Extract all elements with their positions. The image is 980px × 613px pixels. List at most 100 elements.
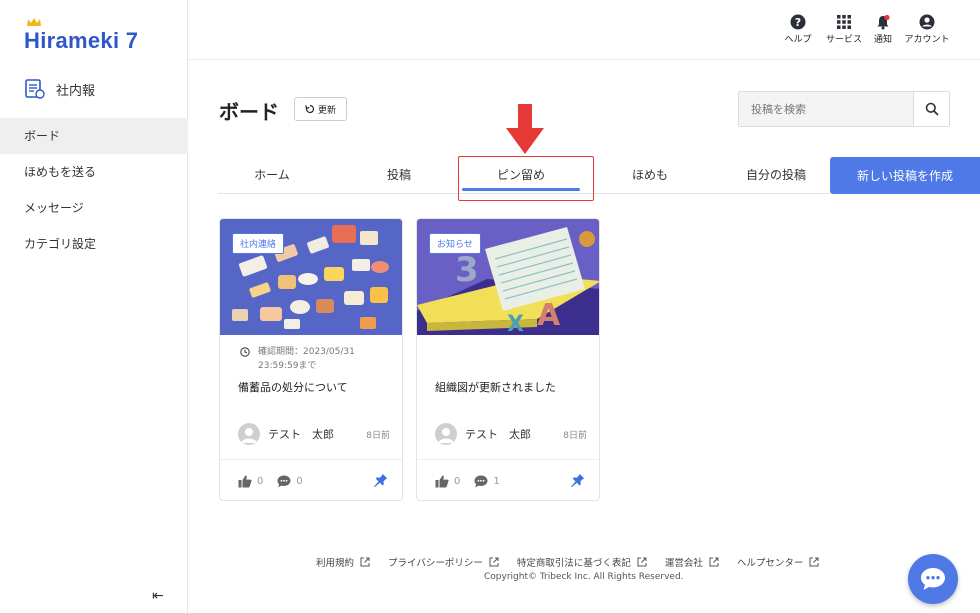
comment-count: 1	[493, 475, 500, 487]
newsletter-icon	[25, 79, 45, 99]
footer-link-terms[interactable]: 利用規約	[316, 555, 370, 569]
active-tab-indicator	[462, 188, 580, 191]
sidebar-item-label: メッセージ	[24, 201, 84, 215]
post-card[interactable]: 社内連絡 確認期間：2023/05/31 23:59:59まで 備蓄品の処分につ…	[219, 218, 403, 501]
footer-link-commerce-law[interactable]: 特定商取引法に基づく表記	[517, 555, 647, 569]
sidebar-item-category-settings[interactable]: カテゴリ設定	[0, 226, 188, 262]
grid-icon	[837, 15, 851, 29]
tab-label: 自分の投稿	[745, 168, 806, 182]
footer-link-privacy[interactable]: プライバシーポリシー	[388, 555, 499, 569]
search-input[interactable]	[739, 92, 913, 126]
post-age: 8日前	[366, 430, 390, 441]
tab-label: ホーム	[254, 168, 290, 182]
refresh-icon	[305, 104, 315, 114]
tab-bar: ホーム 投稿 ピン留め ほめも 自分の投稿	[218, 157, 830, 194]
external-link-icon	[809, 557, 819, 567]
account-icon	[919, 14, 935, 30]
collapse-sidebar-icon[interactable]: ⇤	[152, 588, 164, 604]
copyright: Copyright© Tribeck Inc. All Rights Reser…	[484, 572, 684, 582]
post-author: テスト 太郎 8日前	[435, 423, 587, 445]
help-icon: ?	[790, 14, 806, 30]
top-bar: ? ヘルプ サービス 通知 アカウント	[188, 0, 980, 60]
services-label: サービス	[825, 35, 862, 45]
external-link-icon	[360, 557, 370, 567]
arrow-down-icon	[506, 104, 544, 154]
post-card[interactable]: 3 A X お知らせ 組織図が更新されました テスト 太郎 8日前 0 1	[416, 218, 600, 501]
refresh-button[interactable]: 更新	[294, 97, 347, 121]
logo-text: irameki 7	[40, 28, 139, 53]
footer-link-company[interactable]: 運営会社	[665, 555, 719, 569]
post-age: 8日前	[563, 430, 587, 441]
search-box	[738, 91, 950, 127]
category-badge: 社内連絡	[232, 233, 285, 254]
category-badge: お知らせ	[429, 233, 481, 254]
tab-my-posts[interactable]: 自分の投稿	[716, 157, 836, 194]
account-button[interactable]: アカウント	[900, 14, 954, 45]
help-label: ヘルプ	[784, 35, 812, 45]
tab-label: ピン留め	[496, 168, 545, 182]
sidebar-item-send-homemo[interactable]: ほめもを送る	[0, 154, 188, 190]
post-author: テスト 太郎 8日前	[238, 423, 390, 445]
sidebar-item-label: ボード	[24, 129, 61, 143]
sidebar-item-messages[interactable]: メッセージ	[0, 190, 188, 226]
svg-text:A: A	[537, 298, 561, 333]
crown-icon	[27, 18, 41, 26]
post-thumbnail: 社内連絡	[220, 219, 402, 335]
external-link-icon	[489, 557, 499, 567]
post-thumbnail: 3 A X お知らせ	[417, 219, 599, 335]
logo-h: H	[24, 28, 41, 53]
chat-button[interactable]	[908, 554, 958, 604]
svg-text:?: ?	[795, 16, 801, 29]
footer-link-label: 利用規約	[316, 558, 355, 569]
search-icon	[925, 102, 939, 116]
author-name: テスト 太郎	[268, 428, 334, 441]
sidebar-item-label: ほめもを送る	[24, 165, 97, 179]
footer-link-label: プライバシーポリシー	[388, 558, 483, 569]
tab-homemo[interactable]: ほめも	[590, 157, 710, 194]
svg-text:X: X	[507, 312, 524, 335]
external-link-icon	[637, 557, 647, 567]
bell-icon	[877, 14, 890, 30]
pin-icon[interactable]	[570, 473, 585, 488]
chat-icon	[921, 568, 945, 590]
like-count: 0	[454, 475, 461, 487]
comment-count: 0	[296, 475, 303, 487]
author-name: テスト 太郎	[465, 428, 531, 441]
notifications-label: 通知	[873, 35, 892, 45]
new-post-label: 新しい投稿を作成	[856, 169, 953, 183]
tab-posts[interactable]: 投稿	[339, 157, 459, 194]
comment-icon[interactable]	[277, 475, 291, 488]
post-title[interactable]: 備蓄品の処分について	[238, 379, 348, 395]
help-button[interactable]: ? ヘルプ	[774, 14, 822, 45]
refresh-label: 更新	[317, 105, 336, 116]
tab-label: ほめも	[631, 168, 668, 182]
tab-home[interactable]: ホーム	[212, 157, 332, 194]
app-logo[interactable]: Hirameki 7	[24, 18, 139, 54]
confirmation-deadline: 確認期間：2023/05/31 23:59:59まで	[240, 345, 390, 373]
clock-icon	[240, 347, 250, 357]
sidebar: Hirameki 7 社内報 ボード ほめもを送る メッセージ カテゴリ設定 ⇤	[0, 0, 188, 613]
tab-label: 投稿	[386, 168, 411, 182]
footer-link-label: 運営会社	[664, 558, 703, 569]
tab-pinned[interactable]: ピン留め	[462, 157, 580, 194]
footer-links: 利用規約 プライバシーポリシー 特定商取引法に基づく表記 運営会社 ヘルプセンタ…	[316, 555, 819, 569]
post-title[interactable]: 組織図が更新されました	[435, 379, 556, 395]
avatar	[238, 423, 260, 445]
post-actions: 0 0	[220, 459, 402, 500]
thumbs-up-icon[interactable]	[238, 475, 252, 488]
avatar	[435, 423, 457, 445]
sidebar-item-board[interactable]: ボード	[0, 118, 188, 154]
svg-text:3: 3	[455, 250, 479, 290]
footer-link-label: ヘルプセンター	[736, 558, 804, 569]
footer-link-label: 特定商取引法に基づく表記	[516, 558, 631, 569]
footer-link-help-center[interactable]: ヘルプセンター	[737, 555, 820, 569]
thumbs-up-icon[interactable]	[435, 475, 449, 488]
comment-icon[interactable]	[474, 475, 488, 488]
new-post-button[interactable]: 新しい投稿を作成	[830, 157, 980, 194]
pin-icon[interactable]	[373, 473, 388, 488]
post-actions: 0 1	[417, 459, 599, 500]
deadline-text: 確認期間：2023/05/31 23:59:59まで	[258, 347, 355, 371]
section-label: 社内報	[56, 83, 96, 99]
like-count: 0	[257, 475, 264, 487]
search-button[interactable]	[913, 92, 949, 126]
